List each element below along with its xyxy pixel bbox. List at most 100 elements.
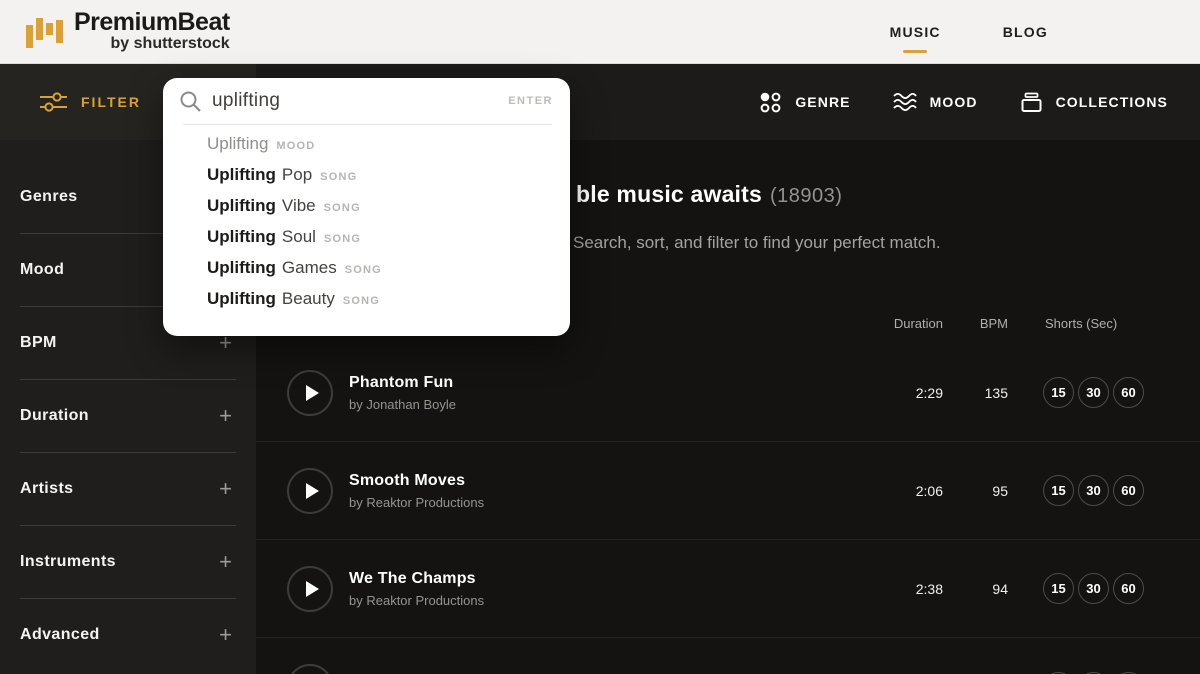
suggestion-match: Uplifting xyxy=(207,258,276,277)
shorts-option-button[interactable]: 60 xyxy=(1113,475,1144,506)
mood-label: MOOD xyxy=(929,94,978,110)
track-main-cell: We The Champs by Reaktor Productions xyxy=(287,565,853,612)
track-title[interactable]: We The Champs xyxy=(349,570,484,588)
shorts-cell: 153060 xyxy=(1008,377,1144,408)
track-row: Smooth Moves by Reaktor Productions 2:06 95… xyxy=(256,442,1200,540)
play-button[interactable] xyxy=(287,369,333,416)
shorts-option-button[interactable]: 15 xyxy=(1043,475,1074,506)
suggestion-type-badge: SONG xyxy=(323,233,362,245)
filter-button[interactable]: FILTER xyxy=(40,64,141,140)
play-icon xyxy=(305,482,319,499)
sidebar-item-label: Genres xyxy=(20,187,78,205)
track-main-cell: Phantom Fun by Jonathan Boyle xyxy=(287,369,853,416)
genre-label: GENRE xyxy=(795,94,851,110)
shorts-option-button[interactable]: 30 xyxy=(1078,573,1109,604)
suggestion-match: Uplifting xyxy=(207,196,276,215)
track-info: Smooth Moves by Reaktor Productions xyxy=(349,472,484,510)
genre-grid-icon xyxy=(760,92,781,112)
plus-icon[interactable]: + xyxy=(219,478,232,500)
track-title[interactable]: Phantom Fun xyxy=(349,374,456,392)
track-title[interactable]: Smooth Moves xyxy=(349,472,484,490)
suggestion-rest: Vibe xyxy=(281,196,316,215)
suggestion-type-badge: SONG xyxy=(344,264,382,276)
result-count: (18903) xyxy=(770,185,843,207)
track-artist[interactable]: by Jonathan Boyle xyxy=(349,397,456,412)
sidebar-item-label: BPM xyxy=(20,334,57,351)
track-row: We The Champs by Reaktor Productions 2:38 9… xyxy=(256,540,1200,638)
sidebar-item-label: Duration xyxy=(20,407,89,424)
topbar-nav: MUSIC BLOG xyxy=(890,0,1048,64)
play-icon xyxy=(305,580,319,597)
plus-icon[interactable]: + xyxy=(219,624,232,646)
search-suggestions: Uplifting MOOD Uplifting Pop SONG Uplifting Vi… xyxy=(163,125,570,320)
play-button[interactable] xyxy=(287,664,333,674)
search-suggestion[interactable]: Uplifting MOOD xyxy=(163,134,570,165)
sidebar-item-label: Mood xyxy=(20,261,65,278)
search-input-row[interactable]: uplifting ENTER xyxy=(163,78,570,124)
suggestion-rest: Soul xyxy=(281,227,316,246)
shorts-option-button[interactable]: 30 xyxy=(1078,377,1109,408)
suggestion-match: Uplifting xyxy=(207,165,276,184)
shorts-option-button[interactable]: 60 xyxy=(1113,377,1144,408)
toolbar-actions: GENRE MOOD COLLECTIONS xyxy=(759,64,1168,140)
suggestion-match: Uplifting xyxy=(207,289,276,308)
nav-music[interactable]: MUSIC xyxy=(890,24,941,40)
search-input[interactable]: uplifting xyxy=(212,90,498,112)
track-bpm: 95 xyxy=(992,482,1008,499)
collections-box-icon xyxy=(1021,92,1042,112)
page-title: ble music awaits (18903) xyxy=(576,181,842,208)
track-artist[interactable]: by Reaktor Productions xyxy=(349,495,484,510)
shorts-option-button[interactable]: 15 xyxy=(1043,573,1074,604)
play-button[interactable] xyxy=(287,467,333,514)
sidebar-item-advanced[interactable]: Advanced + xyxy=(20,598,236,671)
plus-icon[interactable]: + xyxy=(219,405,232,427)
shorts-option-button[interactable]: 30 xyxy=(1078,475,1109,506)
track-main-cell: Smooth Moves by Reaktor Productions xyxy=(287,467,853,514)
suggestion-match: Uplifting xyxy=(207,227,276,246)
track-row: Phantom Fun by Jonathan Boyle 2:29 135 15 30 6… xyxy=(256,344,1200,442)
mood-button[interactable]: MOOD xyxy=(892,92,978,112)
sidebar-item-label: Advanced xyxy=(20,626,100,643)
track-duration: 2:29 xyxy=(915,384,943,401)
sidebar-item-instruments[interactable]: Instruments + xyxy=(20,525,236,598)
shorts-option-button[interactable]: 15 xyxy=(1043,377,1074,408)
sidebar-item-label: Instruments xyxy=(20,553,116,570)
track-info: Phantom Fun by Jonathan Boyle xyxy=(349,374,456,412)
collections-button[interactable]: COLLECTIONS xyxy=(1020,92,1168,113)
track-artist[interactable]: by Reaktor Productions xyxy=(349,593,484,608)
genre-button[interactable]: GENRE xyxy=(759,91,850,114)
column-header-shorts: Shorts (Sec) xyxy=(1045,316,1118,331)
track-bpm: 135 xyxy=(984,384,1008,401)
search-suggestion[interactable]: Uplifting Games SONG xyxy=(163,258,570,289)
search-suggestion[interactable]: Uplifting Pop SONG xyxy=(163,165,570,196)
play-button[interactable] xyxy=(287,565,333,612)
search-suggestion[interactable]: Uplifting Vibe SONG xyxy=(163,196,570,227)
column-header-duration: Duration xyxy=(893,316,943,331)
shorts-option-button[interactable]: 60 xyxy=(1113,573,1144,604)
premiumbeat-logo[interactable]: PremiumBeat by shutterstock xyxy=(26,9,230,53)
mood-waves-icon xyxy=(892,93,917,111)
brand-name: PremiumBeat xyxy=(74,8,230,36)
suggestion-type-badge: SONG xyxy=(342,295,381,307)
brand-text: PremiumBeat by shutterstock xyxy=(74,9,230,53)
nav-blog[interactable]: BLOG xyxy=(1003,24,1048,40)
search-suggestion[interactable]: Uplifting Beauty SONG xyxy=(163,289,570,320)
suggestion-rest: Pop xyxy=(281,165,313,184)
shorts-cell: 153060 xyxy=(1008,573,1144,604)
brand-byline: by shutterstock xyxy=(110,35,230,52)
sidebar-item-artists[interactable]: Artists + xyxy=(20,452,236,525)
suggestion-type-badge: MOOD xyxy=(276,140,316,152)
track-bpm: 94 xyxy=(992,580,1008,597)
suggestion-rest: Beauty xyxy=(281,289,335,308)
suggestion-type-badge: SONG xyxy=(320,171,358,183)
search-suggestion[interactable]: Uplifting Soul SONG xyxy=(163,227,570,258)
search-icon xyxy=(180,91,201,112)
play-icon xyxy=(305,384,319,401)
sidebar-item-duration[interactable]: Duration + xyxy=(20,379,236,452)
equalizer-bars-icon xyxy=(26,18,63,48)
track-info: We The Champs by Reaktor Productions xyxy=(349,570,484,608)
suggestion-rest: Games xyxy=(281,258,337,277)
track-main-cell: Cafe Lounge xyxy=(287,664,853,674)
plus-icon[interactable]: + xyxy=(219,551,232,573)
column-header-bpm: BPM xyxy=(979,316,1008,331)
